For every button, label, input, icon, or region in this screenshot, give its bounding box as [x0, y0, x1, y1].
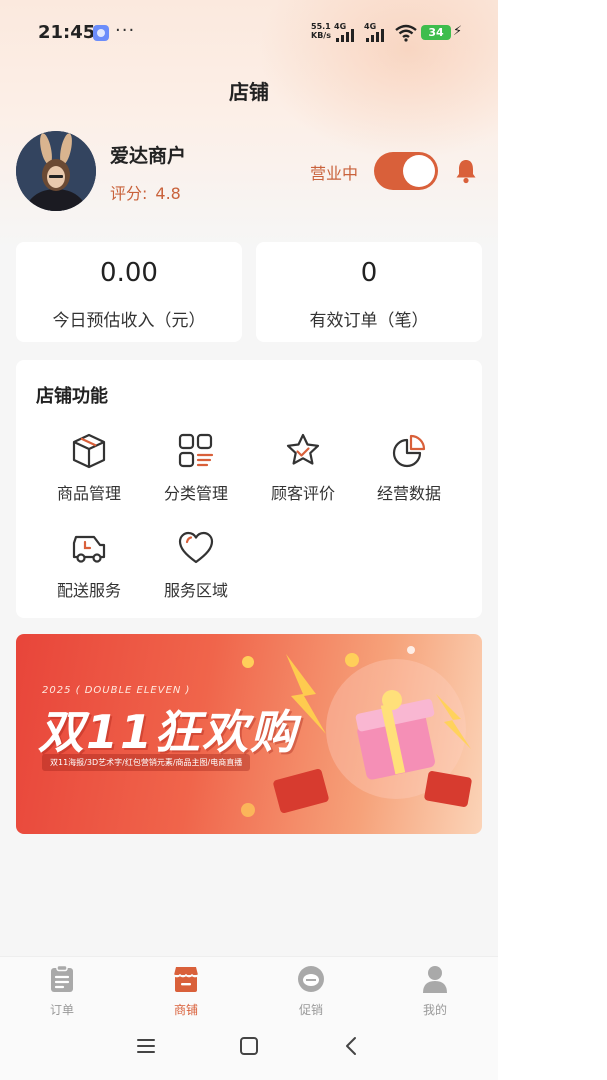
wifi-icon — [395, 24, 417, 42]
signal-icon: 4G — [334, 22, 356, 42]
banner-subtitle: 2025 ( DOUBLE ELEVEN ) — [42, 685, 191, 696]
app-notification-icon — [93, 25, 109, 41]
more-notifications-icon: ··· — [115, 20, 136, 41]
banner-headline: 双11狂欢购 — [38, 705, 299, 759]
store-rating: 评分: 4.8 — [110, 180, 181, 204]
signal-icon: 4G — [364, 22, 386, 42]
clipboard-icon — [51, 964, 73, 992]
promotion-icon — [298, 966, 324, 992]
income-stat-card[interactable]: 0.00 今日预估收入（元） — [16, 242, 242, 342]
back-icon[interactable] — [342, 1036, 362, 1056]
promo-banner[interactable]: 2025 ( DOUBLE ELEVEN ) 双11狂欢购 双11海报/3D艺术… — [16, 634, 482, 834]
store-functions-title: 店铺功能 — [36, 386, 108, 407]
delivery-truck-icon — [72, 535, 106, 563]
business-status-label: 营业中 — [310, 164, 359, 183]
function-label: 分类管理 — [163, 484, 228, 503]
rating-value: 4.8 — [155, 184, 181, 203]
function-customer-reviews[interactable]: 顾客评价 — [253, 432, 353, 512]
network-speed-unit: KB/s — [311, 31, 331, 40]
avatar[interactable] — [16, 131, 96, 211]
banner-tags: 双11海报/3D艺术字/红包营销元素/商品主图/电商直播 — [42, 754, 251, 771]
nav-shop[interactable]: 商铺 — [141, 965, 231, 1018]
phone-screen: 21:45 ··· 55.1 KB/s 4G 4G 34 ⚡ 店铺 爱达商户 评… — [0, 0, 498, 1080]
avatar-image — [16, 131, 96, 211]
pie-chart-icon — [392, 434, 426, 468]
orders-value: 0 — [360, 258, 378, 288]
system-nav-bar — [0, 1018, 498, 1080]
function-label: 顾客评价 — [270, 484, 335, 503]
battery-level: 34 — [421, 25, 451, 40]
user-icon — [423, 966, 447, 993]
home-icon[interactable] — [239, 1036, 259, 1056]
nav-orders[interactable]: 订单 — [17, 964, 107, 1018]
function-business-data[interactable]: 经营数据 — [359, 432, 459, 512]
function-delivery-service[interactable]: 配送服务 — [39, 529, 139, 609]
nav-orders-label: 订单 — [49, 1003, 74, 1017]
store-functions-panel: 店铺功能 商品管理 分类管理 顾客评价 经营数据 配送服务 服务区域 — [16, 360, 482, 618]
function-category-management[interactable]: 分类管理 — [146, 432, 246, 512]
bottom-nav: 订单 商铺 促销 我的 — [0, 956, 498, 1018]
store-name: 爱达商户 — [110, 145, 187, 167]
nav-promotion-label: 促销 — [298, 1003, 323, 1017]
nav-shop-label: 商铺 — [173, 1003, 198, 1017]
toggle-knob — [403, 155, 435, 187]
nav-mine[interactable]: 我的 — [390, 965, 480, 1018]
function-label: 服务区域 — [163, 581, 228, 600]
status-time: 21:45 — [38, 22, 96, 43]
status-bar: 21:45 ··· 55.1 KB/s 4G 4G 34 ⚡ — [0, 0, 498, 66]
charging-icon: ⚡ — [453, 24, 463, 39]
orders-label: 有效订单（笔） — [309, 311, 429, 331]
network-speed-value: 55.1 — [311, 22, 331, 31]
network-speed: 55.1 KB/s — [311, 22, 331, 40]
function-product-management[interactable]: 商品管理 — [39, 432, 139, 512]
function-label: 经营数据 — [376, 484, 441, 503]
function-label: 商品管理 — [56, 484, 121, 503]
nav-mine-label: 我的 — [422, 1003, 447, 1017]
star-review-icon — [286, 433, 320, 465]
heart-icon — [178, 531, 214, 564]
nav-promotion[interactable]: 促销 — [266, 965, 356, 1018]
orders-stat-card[interactable]: 0 有效订单（笔） — [256, 242, 482, 342]
category-icon — [178, 433, 214, 468]
shop-icon — [173, 967, 199, 992]
business-status-toggle[interactable] — [374, 152, 438, 190]
menu-icon[interactable] — [136, 1036, 156, 1056]
box-icon — [72, 433, 106, 469]
income-label: 今日预估收入（元） — [52, 311, 206, 331]
rating-label: 评分: — [110, 184, 148, 203]
bell-icon[interactable] — [454, 158, 478, 184]
income-value: 0.00 — [100, 258, 158, 288]
page-title: 店铺 — [229, 80, 269, 104]
function-service-area[interactable]: 服务区域 — [146, 529, 246, 609]
function-label: 配送服务 — [56, 581, 121, 600]
